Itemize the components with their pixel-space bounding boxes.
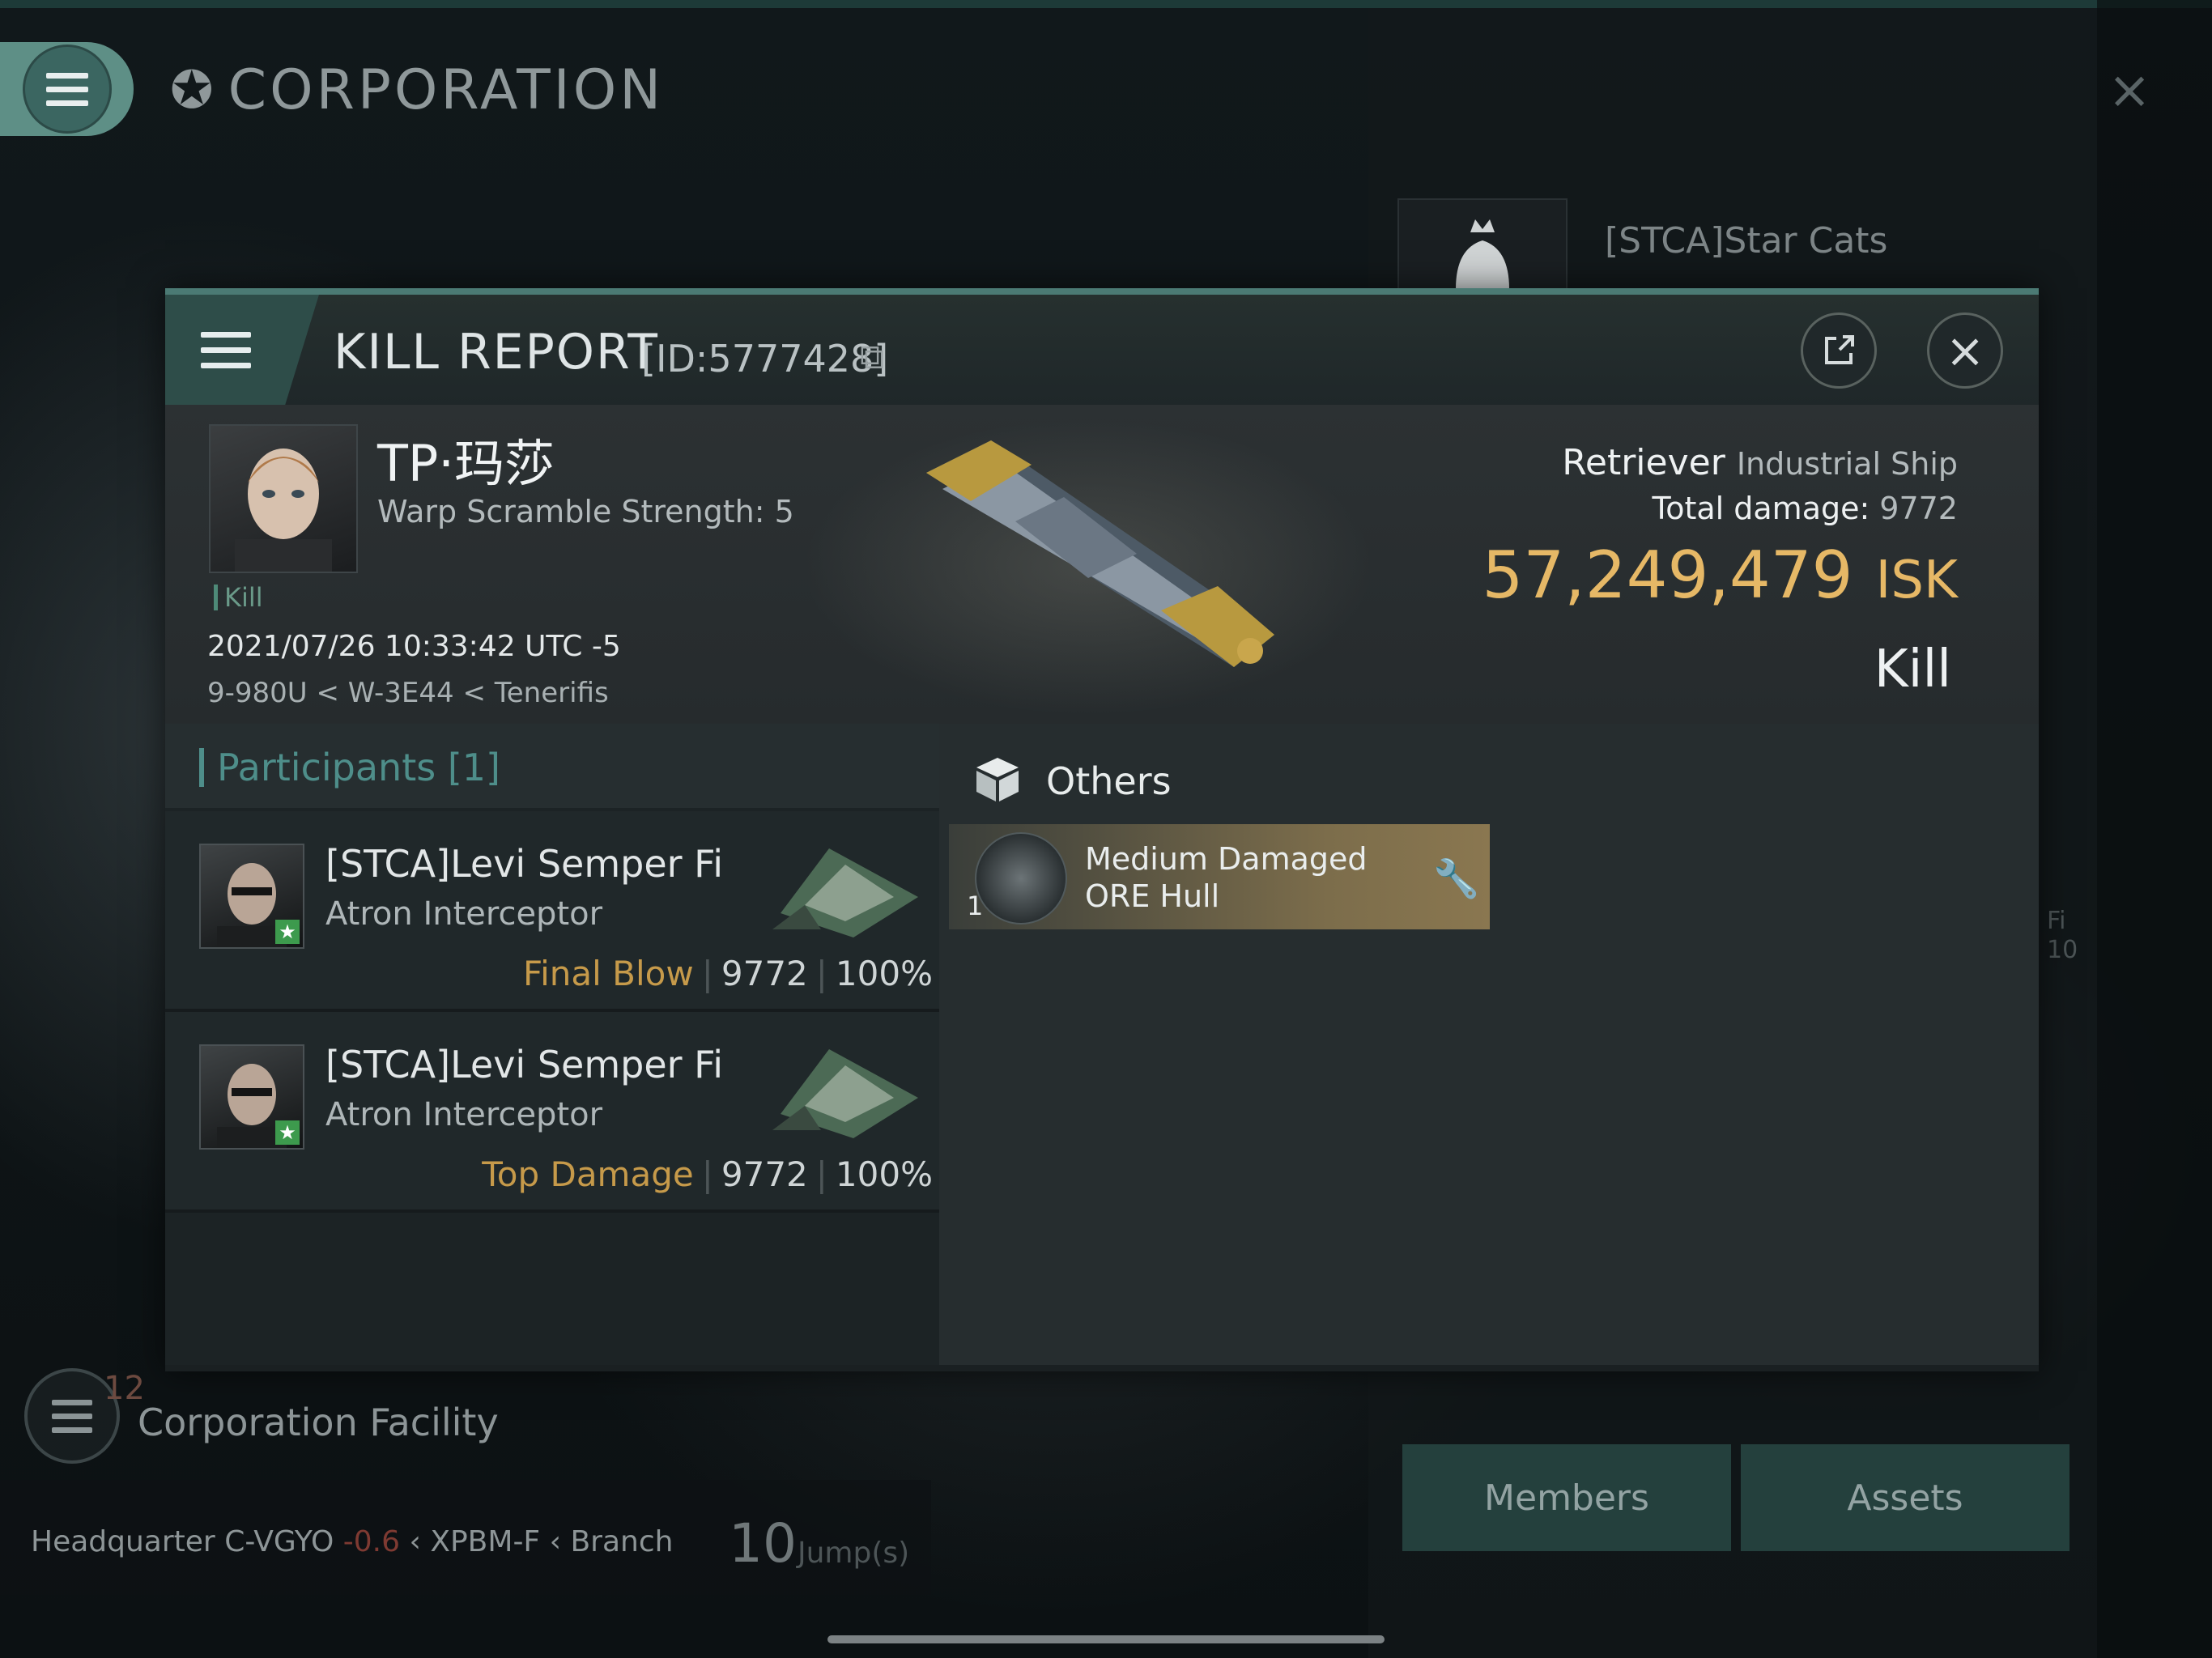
item-name-line: Medium Damaged (1085, 841, 1368, 877)
hamburger-icon (45, 72, 88, 106)
item-name: Medium Damaged ORE Hull (1085, 840, 1368, 915)
headquarter-route[interactable]: Headquarter C-VGYO -0.6 ‹ XPBM-F ‹ Branc… (31, 1525, 673, 1558)
side-fragment-line: 10 (2047, 936, 2078, 964)
participant-row[interactable]: ★ [STCA]Levi Semper Fi Atron Interceptor… (165, 811, 939, 1012)
total-damage: Total damage: 9772 (1104, 491, 1958, 526)
participant-stat-label: Top Damage (482, 1154, 694, 1194)
atron-ship-render (772, 848, 918, 937)
kill-report-window: KILL REPORT [ID:5777428] ⧉ × TP·玛莎 Warp … (165, 288, 2039, 1371)
participant-stats: Top Damage | 9772 | 100% (482, 1154, 933, 1194)
others-panel (939, 724, 2039, 1365)
wrench-icon: 🔧 (1433, 857, 1480, 900)
isk-unit: ISK (1875, 551, 1958, 610)
standing-star-icon: ★ (275, 920, 300, 944)
participant-damage: 9772 (721, 954, 808, 993)
victim-portrait[interactable] (209, 424, 358, 573)
side-fragment: Fi 10 (2047, 907, 2078, 965)
atron-ship-render (772, 1049, 918, 1138)
others-title: Others (1046, 759, 1172, 803)
hq-jumps: 10 (729, 1512, 797, 1575)
tab-members[interactable]: Members (1402, 1444, 1731, 1551)
participant-ship: Atron Interceptor (325, 895, 603, 933)
hamburger-icon (52, 1399, 92, 1433)
standing-star-icon: ★ (275, 1120, 300, 1145)
chevron-left-icon: ‹ (549, 1525, 561, 1558)
side-fragment-line: Fi (2047, 907, 2066, 935)
participant-name: [STCA]Levi Semper Fi (325, 842, 724, 886)
cube-icon (973, 755, 1022, 803)
participant-damage: 9772 (721, 1154, 808, 1194)
hamburger-icon (201, 331, 251, 368)
participant-ship: Atron Interceptor (325, 1096, 603, 1133)
isk-value: 57,249,479 ISK (1104, 538, 1958, 613)
kill-result: Kill (1874, 640, 1951, 699)
item-quantity: 1 (967, 891, 984, 921)
share-icon (1825, 335, 1854, 364)
close-icon: × (1945, 323, 1985, 378)
chevron-left-icon: ‹ (409, 1525, 421, 1558)
hq-branch: Branch (570, 1525, 674, 1558)
total-damage-value: 9772 (1879, 491, 1958, 526)
corporation-star-icon: ✪ (170, 60, 217, 121)
participant-percent: 100% (835, 954, 933, 993)
kill-tag: Kill (214, 585, 263, 610)
background-right-bar (2097, 0, 2212, 1658)
pilot-avatar (235, 449, 332, 572)
hq-system: C-VGYO (224, 1525, 334, 1558)
kill-location[interactable]: 9-980U < W-3E44 < Tenerifis (207, 677, 609, 709)
cat-emblem-icon (1456, 219, 1509, 289)
participant-stat-label: Final Blow (523, 954, 694, 993)
ore-hull-icon (975, 832, 1067, 925)
close-icon[interactable]: × (2097, 58, 2162, 123)
corporation-title: CORPORATION (228, 58, 665, 122)
hq-label: Headquarter (31, 1525, 215, 1558)
hq-jumps-label: Jump(s) (798, 1537, 910, 1570)
item-name-line: ORE Hull (1085, 878, 1220, 914)
victim-name[interactable]: TP·玛莎 (377, 423, 555, 495)
corporation-name[interactable]: [STCA]Star Cats (1605, 220, 1887, 261)
ship-class: Industrial Ship (1736, 446, 1958, 482)
tab-assets[interactable]: Assets (1741, 1444, 2069, 1551)
kill-report-title: KILL REPORT (334, 324, 659, 380)
total-damage-label: Total damage: (1652, 491, 1870, 526)
hq-region: XPBM-F (430, 1525, 541, 1558)
corporation-header: ✪ CORPORATION (170, 58, 664, 122)
facility-label: Corporation Facility (138, 1401, 499, 1444)
close-button[interactable]: × (1927, 312, 2003, 389)
participant-stats: Final Blow | 9772 | 100% (523, 954, 933, 993)
main-menu-button[interactable] (0, 42, 134, 136)
copy-icon[interactable]: ⧉ (860, 337, 884, 377)
corporation-emblem (1397, 198, 1568, 291)
participant-ship-image (756, 1025, 934, 1146)
main-menu-ring (22, 45, 112, 134)
isk-amount: 57,249,479 (1482, 538, 1853, 613)
home-indicator[interactable] (827, 1635, 1385, 1643)
participants-title[interactable]: Participants [1] (199, 748, 500, 787)
participant-name: [STCA]Levi Semper Fi (325, 1043, 724, 1086)
kill-report-id: [ID:5777428] (641, 337, 889, 380)
top-strip (0, 0, 2212, 8)
kill-time: 2021/07/26 10:33:42 UTC -5 (207, 630, 621, 663)
participant-ship-image (756, 824, 934, 946)
warp-scramble-strength: Warp Scramble Strength: 5 (377, 494, 794, 529)
ship-name: Retriever (1562, 442, 1725, 483)
participant-row[interactable]: ★ [STCA]Levi Semper Fi Atron Interceptor… (165, 1012, 939, 1213)
hq-security: -0.6 (342, 1525, 400, 1558)
share-button[interactable] (1801, 312, 1877, 389)
participant-percent: 100% (835, 1154, 933, 1194)
victim-ship[interactable]: Retriever Industrial Ship (1104, 442, 1958, 483)
